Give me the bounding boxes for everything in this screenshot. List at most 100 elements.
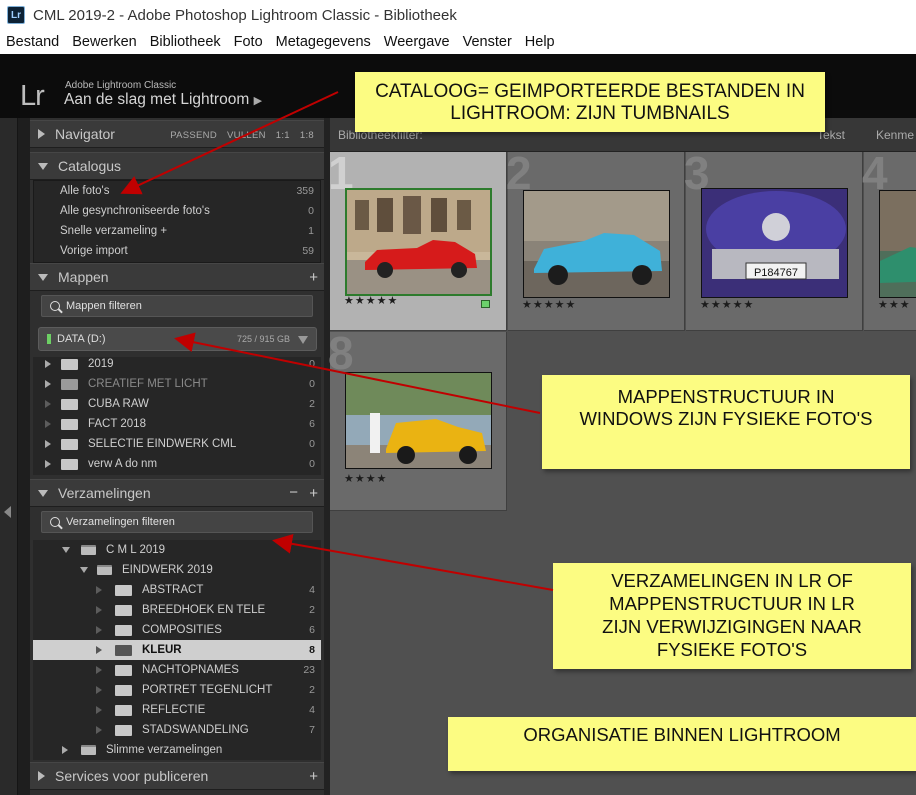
collection-set-slimme[interactable]: Slimme verzamelingen [33,740,321,760]
collection-portret[interactable]: PORTRET TEGENLICHT 2 [33,680,321,700]
catalog-item-snelle-verzameling[interactable]: Snelle verzameling + 1 [34,221,320,241]
expand-triangle-icon [38,771,45,781]
menu-bewerken[interactable]: Bewerken [66,34,143,50]
collection-stadswandeling[interactable]: STADSWANDELING 7 [33,720,321,740]
collection-abstract[interactable]: ABSTRACT 4 [33,580,321,600]
collapse-set-icon[interactable] [62,547,70,553]
collection-label: BREEDHOEK EN TELE [142,604,266,616]
catalogus-title: Catalogus [58,158,122,174]
zoom-vullen[interactable]: VULLEN [227,130,266,141]
zoom-passend[interactable]: PASSEND [170,130,217,141]
folder-item-verw[interactable]: verw A do nm 0 [33,454,321,474]
expand-folder-icon[interactable] [45,460,51,468]
folder-item-2019[interactable]: 2019 0 [33,354,321,374]
zoom-1-1[interactable]: 1:1 [276,130,290,141]
volume-dropdown-icon[interactable] [298,336,308,344]
search-icon [50,301,60,311]
collection-count: 2 [309,684,315,696]
catalog-item-vorige-import[interactable]: Vorige import 59 [34,241,320,261]
collection-arrow-icon [96,606,102,614]
callout-catalog-text: CATALOOG= GEIMPORTEERDE BESTANDEN IN LIG… [375,81,805,124]
left-panel-strip [18,118,30,795]
menu-help[interactable]: Help [519,34,562,50]
filter-tab-kenmerk[interactable]: Kenme [876,128,914,142]
window-title: CML 2019-2 - Adobe Photoshop Lightroom C… [33,6,457,24]
folder-item-selectie[interactable]: SELECTIE EINDWERK CML 0 [33,434,321,454]
folder-item-fact-2018[interactable]: FACT 2018 6 [33,414,321,434]
expand-folder-icon[interactable] [45,360,51,368]
collection-count: 4 [309,584,315,596]
add-folder-icon[interactable]: + [309,269,318,286]
star-rating[interactable]: ★★★★ [344,472,387,485]
collection-label: PORTRET TEGENLICHT [142,684,273,696]
menu-metagegevens[interactable]: Metagegevens [270,34,378,50]
expand-set-icon[interactable] [62,746,68,754]
grid-cell-1[interactable]: 1 ★★★★★ [328,147,507,331]
collection-arrow-icon [96,646,102,654]
folder-count: 0 [309,378,315,390]
menu-venster[interactable]: Venster [457,34,519,50]
collection-count: 4 [309,704,315,716]
grid-cell-2[interactable]: 2 ★★★★★ [506,147,685,331]
folder-label: FACT 2018 [88,418,146,430]
volume-bar[interactable]: DATA (D:) 725 / 915 GB [38,327,317,351]
expand-folder-icon[interactable] [45,380,51,388]
collection-set-cml-2019[interactable]: C M L 2019 [33,540,321,560]
thumbnail-red-car[interactable] [345,188,492,296]
expand-folder-icon[interactable] [45,440,51,448]
folder-item-creatief[interactable]: CREATIEF MET LICHT 0 [33,374,321,394]
star-rating[interactable]: ★★★★★ [522,298,576,311]
menu-weergave[interactable]: Weergave [378,34,457,50]
navigator-header[interactable]: Navigator PASSEND VULLEN 1:1 1:8 [30,120,324,148]
folder-label: 2019 [88,358,114,370]
collection-icon [115,684,132,696]
thumbnail-partial[interactable] [879,190,916,298]
collection-kleur[interactable]: KLEUR 8 [33,640,321,660]
verzamelingen-filter-input[interactable]: Verzamelingen filteren [41,511,313,533]
collection-nachtopnames[interactable]: NACHTOPNAMES 23 [33,660,321,680]
collection-set-eindwerk-2019[interactable]: EINDWERK 2019 [33,560,321,580]
collapse-set-icon[interactable] [80,567,88,573]
collapse-triangle-icon [38,273,48,281]
mappen-filter-input[interactable]: Mappen filteren [41,295,313,317]
catalog-item-alle-fotos[interactable]: Alle foto's 359 [34,181,320,201]
remove-collection-icon[interactable]: − [289,484,298,501]
menu-bestand[interactable]: Bestand [0,34,66,50]
collection-arrow-icon [96,666,102,674]
verzamelingen-header[interactable]: Verzamelingen − + [30,479,324,507]
expand-folder-icon [45,400,51,408]
folder-label: SELECTIE EINDWERK CML [88,438,237,450]
star-rating[interactable]: ★★★★★ [344,294,398,307]
collection-icon [115,604,132,616]
thumbnail-purple-car[interactable]: P184767 [701,188,848,298]
menu-foto[interactable]: Foto [228,34,270,50]
collection-breedhoek[interactable]: BREEDHOEK EN TELE 2 [33,600,321,620]
catalogus-header[interactable]: Catalogus [30,152,324,180]
grid-cell-8[interactable]: 8 ★★★★ [328,327,507,511]
callout-organisatie-text: ORGANISATIE BINNEN LIGHTROOM [523,724,841,745]
folder-icon [61,438,78,450]
catalog-item-label: Snelle verzameling + [60,225,168,237]
grid-cell-3[interactable]: 3 P184767 ★★★★★ [684,147,863,331]
mappen-header[interactable]: Mappen + [30,263,324,291]
collection-count: 6 [309,624,315,636]
grid-cell-4[interactable]: 4 ★★★ [862,147,916,331]
collection-reflectie[interactable]: REFLECTIE 4 [33,700,321,720]
catalog-name[interactable]: Aan de slag met Lightroom ▶ [64,91,262,109]
menu-bibliotheek[interactable]: Bibliotheek [144,34,228,50]
left-panel-toggle[interactable] [0,118,18,795]
folder-count: 0 [309,458,315,470]
star-rating[interactable]: ★★★ [878,298,911,311]
publish-services-header[interactable]: Services voor publiceren + [30,762,324,790]
thumbnail-blue-car[interactable] [523,190,670,298]
blue-car-photo [524,191,669,297]
folder-item-cuba-raw[interactable]: CUBA RAW 2 [33,394,321,414]
add-publish-service-icon[interactable]: + [309,768,318,785]
thumbnail-yellow-car[interactable] [345,372,492,469]
add-collection-icon[interactable]: + [309,485,318,502]
collection-composities[interactable]: COMPOSITIES 6 [33,620,321,640]
catalog-item-count: 0 [308,205,314,217]
star-rating[interactable]: ★★★★★ [700,298,754,311]
zoom-1-8[interactable]: 1:8 [300,130,314,141]
catalog-item-gesynchroniseerd[interactable]: Alle gesynchroniseerde foto's 0 [34,201,320,221]
